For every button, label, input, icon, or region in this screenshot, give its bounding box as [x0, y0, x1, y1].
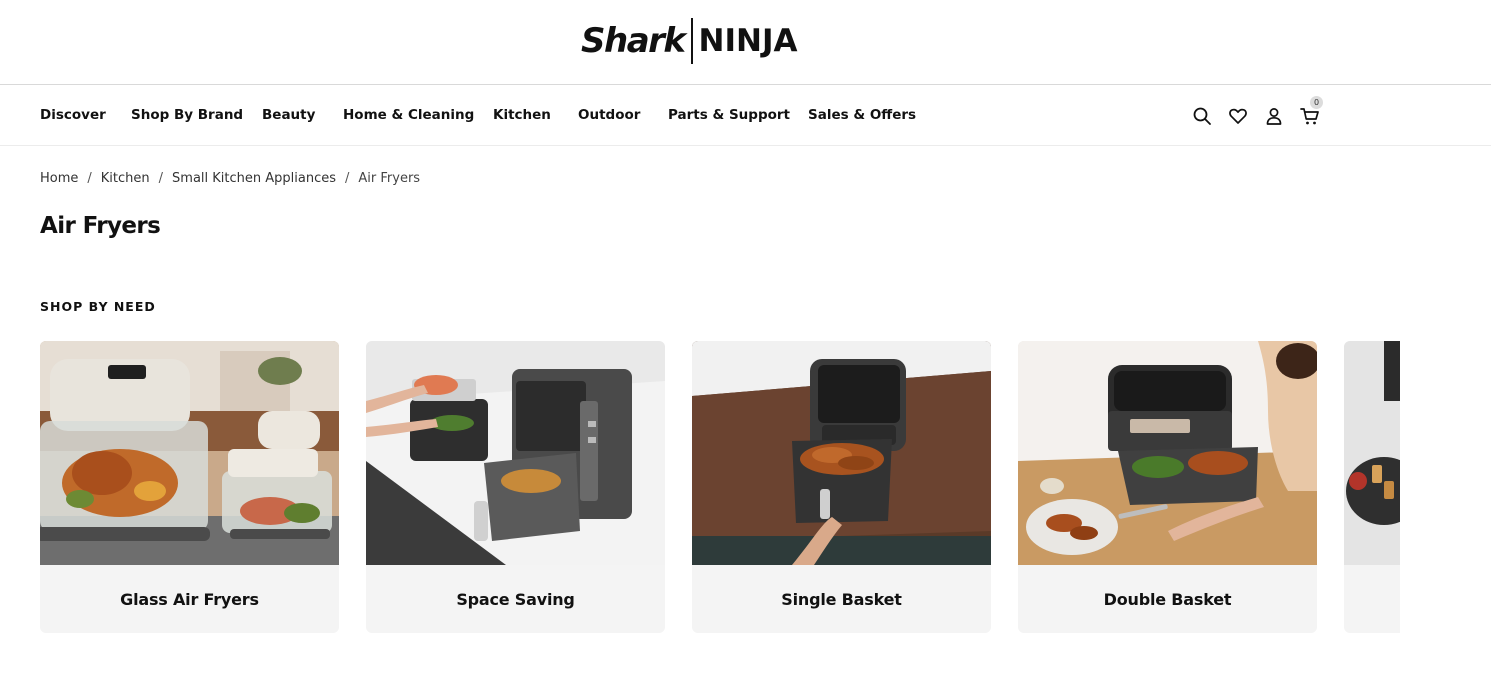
search-icon[interactable] [1191, 105, 1213, 127]
nav-item-beauty[interactable]: Beauty [262, 107, 315, 123]
nav-item-sales-offers[interactable]: Sales & Offers [808, 107, 916, 123]
logo-shark-text: Shark [581, 21, 686, 61]
card-label: Double Basket [1103, 589, 1232, 609]
shark-ninja-logo[interactable]: Shark NINJA [581, 18, 797, 64]
breadcrumb-home[interactable]: Home [40, 171, 78, 186]
logo-divider [690, 18, 693, 64]
nav-item-kitchen[interactable]: Kitchen [493, 107, 551, 123]
card-label: Single Basket [781, 589, 902, 609]
category-card-double-basket[interactable]: Double Basket [1018, 341, 1317, 633]
logo-ninja-text: NINJA [698, 23, 798, 59]
account-icon[interactable] [1263, 105, 1285, 127]
breadcrumb: Home / Kitchen / Small Kitchen Appliance… [40, 171, 420, 186]
nav-item-parts-support[interactable]: Parts & Support [668, 107, 790, 123]
breadcrumb-separator: / [345, 171, 350, 186]
nav-item-outdoor[interactable]: Outdoor [578, 107, 640, 123]
card-label: Glass Air Fryers [120, 589, 259, 609]
breadcrumb-separator: / [87, 171, 92, 186]
partial-card-image [1344, 341, 1400, 565]
shop-by-need-heading: SHOP BY NEED [40, 299, 156, 314]
cart-count-badge: 0 [1310, 96, 1323, 109]
breadcrumb-separator: / [158, 171, 164, 186]
category-card-partial[interactable] [1344, 341, 1400, 633]
breadcrumb-air-fryers: Air Fryers [358, 171, 421, 186]
category-card-glass-air-fryers[interactable]: Glass Air Fryers [40, 341, 339, 633]
category-card-single-basket[interactable]: Single Basket [692, 341, 991, 633]
main-nav: Discover Shop By Brand Beauty Home & Cle… [0, 85, 1491, 146]
double-basket-air-fryer-image [1018, 341, 1317, 565]
nav-item-home-cleaning[interactable]: Home & Cleaning [343, 107, 474, 123]
category-card-space-saving[interactable]: Space Saving [366, 341, 665, 633]
breadcrumb-kitchen[interactable]: Kitchen [101, 171, 150, 186]
space-saving-air-fryer-image [366, 341, 665, 565]
page-title: Air Fryers [40, 213, 161, 239]
nav-item-shop-by-brand[interactable]: Shop By Brand [131, 107, 243, 123]
breadcrumb-small-kitchen-appliances[interactable]: Small Kitchen Appliances [172, 171, 336, 186]
nav-item-discover[interactable]: Discover [40, 107, 106, 123]
single-basket-air-fryer-image [692, 341, 991, 565]
card-label: Space Saving [456, 589, 575, 609]
glass-air-fryer-image [40, 341, 339, 565]
header-logo-bar: Shark NINJA [0, 0, 1491, 85]
heart-icon[interactable] [1227, 105, 1249, 127]
